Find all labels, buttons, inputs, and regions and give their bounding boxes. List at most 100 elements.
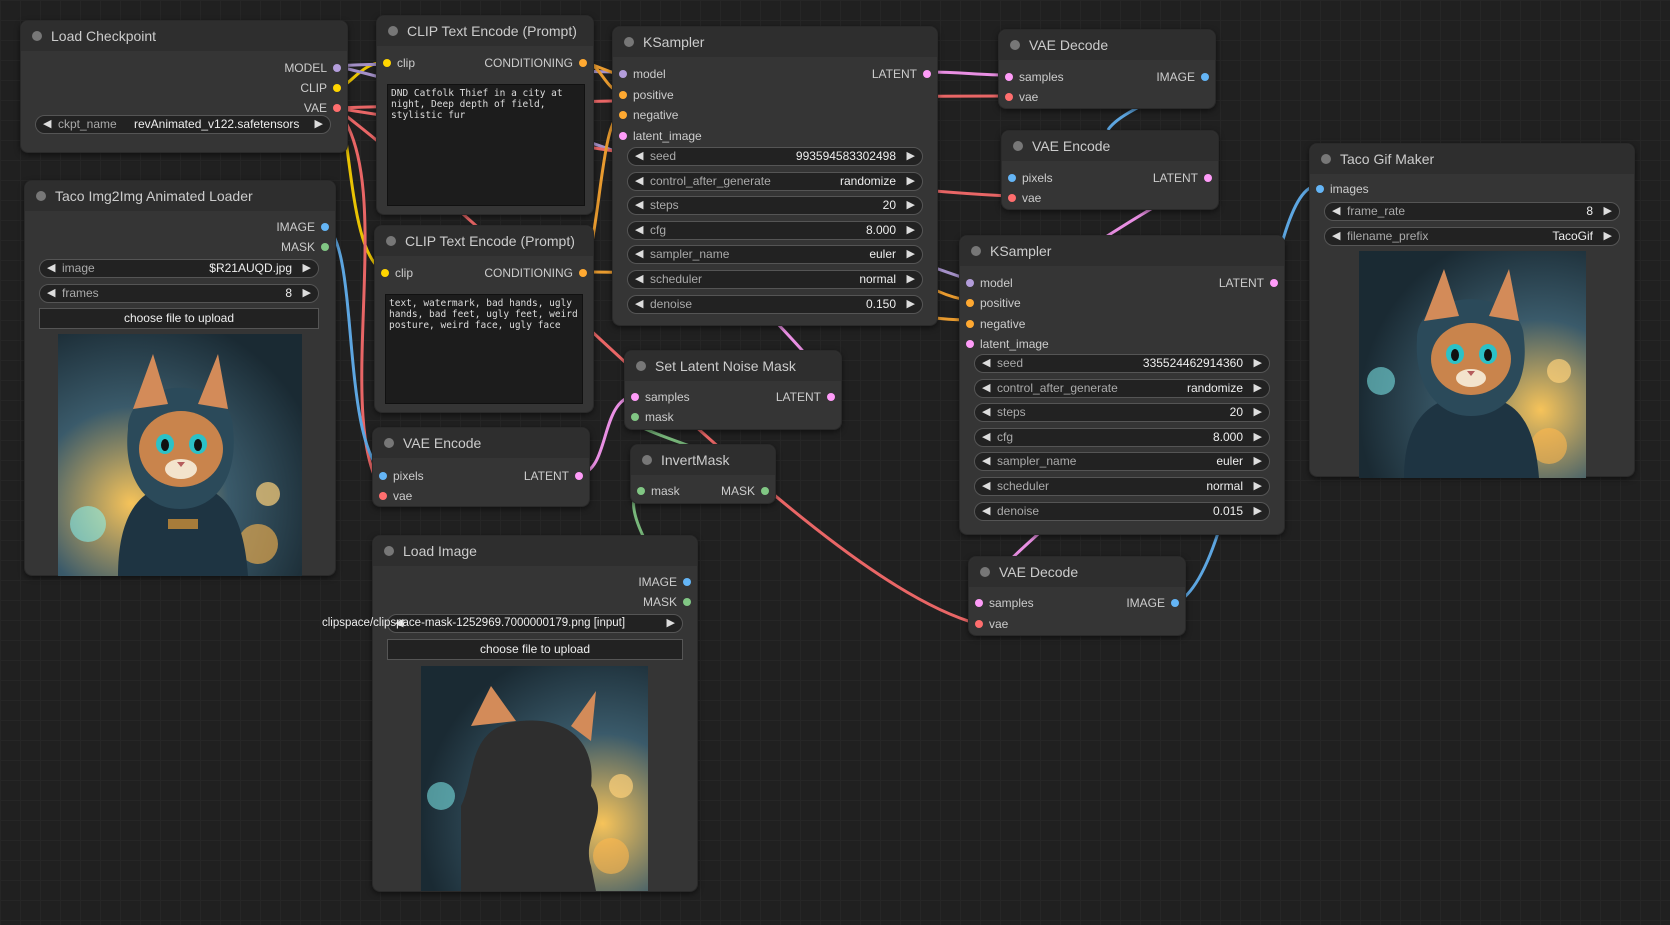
node-title[interactable]: VAE Decode (999, 30, 1215, 60)
input-model[interactable]: model (964, 276, 1013, 290)
pin-icon[interactable] (1005, 93, 1013, 101)
node-title[interactable]: VAE Encode (373, 428, 589, 458)
node-taco-gif-maker[interactable]: Taco Gif Maker images ◀ frame_rate 8 ▶ ◀ file… (1309, 143, 1635, 478)
pin-icon[interactable] (1316, 185, 1324, 193)
widget-seed[interactable]: ◀ seed 993594583302498 ▶ (627, 147, 923, 166)
pin-icon[interactable] (1270, 279, 1278, 287)
left-arrow-icon[interactable]: ◀ (982, 404, 990, 421)
pin-icon[interactable] (966, 340, 974, 348)
pin-icon[interactable] (619, 132, 627, 140)
pin-icon[interactable] (383, 59, 391, 67)
pin-icon[interactable] (333, 84, 341, 92)
node-vae-encode-mid[interactable]: VAE Encode pixels vae LATENT (372, 427, 590, 507)
collapse-dot-icon[interactable] (1321, 154, 1331, 164)
input-vae[interactable]: vae (1003, 90, 1038, 104)
right-arrow-icon[interactable]: ▶ (907, 197, 915, 214)
widget-control-after-generate[interactable]: ◀ control_after_generate randomize ▶ (627, 171, 923, 191)
widget-sampler-name[interactable]: ◀ sampler_name euler ▶ (627, 245, 923, 265)
widget-control-after-generate[interactable]: ◀ control_after_generate randomize ▶ (974, 378, 1270, 398)
input-mask[interactable]: mask (629, 410, 674, 424)
pin-icon[interactable] (631, 393, 639, 401)
input-negative[interactable]: negative (617, 108, 678, 122)
pin-icon[interactable] (379, 492, 387, 500)
pin-icon[interactable] (683, 578, 691, 586)
widget-frames[interactable]: ◀ frames 8 ▶ (39, 283, 319, 303)
left-arrow-icon[interactable]: ◀ (635, 271, 643, 288)
left-arrow-icon[interactable]: ◀ (47, 260, 55, 277)
left-arrow-icon[interactable]: ◀ (635, 246, 643, 263)
output-latent[interactable]: LATENT (1153, 171, 1214, 185)
pin-icon[interactable] (683, 598, 691, 606)
widget-filename-prefix[interactable]: ◀ filename_prefix TacoGif ▶ (1324, 226, 1620, 246)
widget-image[interactable]: ◀ image $R21AUQD.jpg ▶ (39, 259, 319, 278)
pin-icon[interactable] (761, 487, 769, 495)
collapse-dot-icon[interactable] (971, 246, 981, 256)
pin-icon[interactable] (637, 487, 645, 495)
node-vae-decode-2[interactable]: VAE Decode samples vae IMAGE (968, 556, 1186, 636)
node-invert-mask[interactable]: InvertMask mask MASK (630, 444, 776, 504)
input-samples[interactable]: samples (629, 390, 690, 404)
node-title[interactable]: Set Latent Noise Mask (625, 351, 841, 381)
right-arrow-icon[interactable]: ▶ (907, 222, 915, 239)
output-mask[interactable]: MASK (281, 240, 331, 254)
pin-icon[interactable] (966, 320, 974, 328)
input-samples[interactable]: samples (1003, 70, 1064, 84)
prompt-textarea[interactable]: text, watermark, bad hands, ugly hands, … (385, 294, 583, 404)
right-arrow-icon[interactable]: ▶ (1254, 380, 1262, 397)
node-title[interactable]: VAE Encode (1002, 131, 1218, 161)
node-taco-img2img-loader[interactable]: Taco Img2Img Animated Loader IMAGE MASK … (24, 180, 336, 576)
node-title[interactable]: KSampler (613, 27, 937, 57)
collapse-dot-icon[interactable] (386, 236, 396, 246)
left-arrow-icon[interactable]: ◀ (1332, 228, 1340, 245)
right-arrow-icon[interactable]: ▶ (1604, 228, 1612, 245)
pin-icon[interactable] (975, 599, 983, 607)
left-arrow-icon[interactable]: ◀ (635, 222, 643, 239)
left-arrow-icon[interactable]: ◀ (635, 197, 643, 214)
pin-icon[interactable] (333, 104, 341, 112)
node-title[interactable]: Taco Img2Img Animated Loader (25, 181, 335, 211)
input-pixels[interactable]: pixels (377, 469, 424, 483)
pin-icon[interactable] (966, 279, 974, 287)
input-samples[interactable]: samples (973, 596, 1034, 610)
output-image[interactable]: IMAGE (1126, 596, 1181, 610)
right-arrow-icon[interactable]: ▶ (907, 148, 915, 165)
left-arrow-icon[interactable]: ◀ (1332, 203, 1340, 220)
choose-file-button[interactable]: choose file to upload (387, 639, 683, 660)
prompt-textarea[interactable]: DND Catfolk Thief in a city at night, De… (387, 84, 585, 206)
widget-seed[interactable]: ◀ seed 335524462914360 ▶ (974, 354, 1270, 373)
node-ksampler-1[interactable]: KSampler model positive negative latent_… (612, 26, 938, 326)
output-model[interactable]: MODEL (284, 61, 343, 75)
pin-icon[interactable] (966, 299, 974, 307)
node-set-latent-noise-mask[interactable]: Set Latent Noise Mask samples mask LATEN… (624, 350, 842, 430)
collapse-dot-icon[interactable] (642, 455, 652, 465)
pin-icon[interactable] (333, 64, 341, 72)
widget-steps[interactable]: ◀ steps 20 ▶ (974, 403, 1270, 423)
widget-cfg[interactable]: ◀ cfg 8.000 ▶ (974, 427, 1270, 447)
pin-icon[interactable] (631, 413, 639, 421)
right-arrow-icon[interactable]: ▶ (1254, 429, 1262, 446)
input-vae[interactable]: vae (1006, 191, 1041, 205)
node-title[interactable]: CLIP Text Encode (Prompt) (375, 226, 593, 256)
output-latent[interactable]: LATENT (776, 390, 837, 404)
widget-scheduler[interactable]: ◀ scheduler normal ▶ (974, 477, 1270, 496)
widget-sampler-name[interactable]: ◀ sampler_name euler ▶ (974, 452, 1270, 472)
node-title[interactable]: VAE Decode (969, 557, 1185, 587)
output-latent[interactable]: LATENT (524, 469, 585, 483)
widget-steps[interactable]: ◀ steps 20 ▶ (627, 196, 923, 216)
output-clip[interactable]: CLIP (300, 81, 343, 95)
pin-icon[interactable] (975, 620, 983, 628)
right-arrow-icon[interactable]: ▶ (1254, 503, 1262, 520)
pin-icon[interactable] (619, 91, 627, 99)
pin-icon[interactable] (575, 472, 583, 480)
widget-denoise[interactable]: ◀ denoise 0.015 ▶ (974, 501, 1270, 521)
widget-denoise[interactable]: ◀ denoise 0.150 ▶ (627, 294, 923, 314)
node-load-checkpoint[interactable]: Load Checkpoint MODEL CLIP VAE ◀ ckpt_na… (20, 20, 348, 153)
right-arrow-icon[interactable]: ▶ (1254, 355, 1262, 372)
collapse-dot-icon[interactable] (980, 567, 990, 577)
node-title[interactable]: CLIP Text Encode (Prompt) (377, 16, 593, 46)
left-arrow-icon[interactable]: ◀ (635, 296, 643, 313)
image-combo[interactable]: ◀ clipspace/clipspace-mask-1252969.70000… (322, 614, 683, 633)
right-arrow-icon[interactable]: ▶ (303, 285, 311, 302)
right-arrow-icon[interactable]: ▶ (667, 615, 675, 632)
input-mask[interactable]: mask (635, 484, 680, 498)
